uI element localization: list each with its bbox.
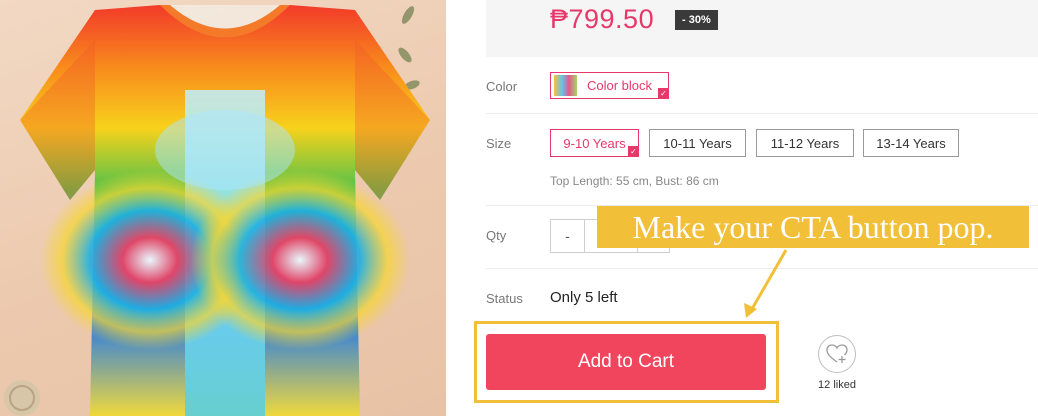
stock-status: Only 5 left bbox=[550, 289, 618, 306]
check-icon: ✓ bbox=[658, 88, 669, 99]
cta-callout-text: Make your CTA button pop. bbox=[632, 208, 994, 245]
size-label: Size bbox=[486, 136, 512, 151]
color-swatch-label: Color block bbox=[587, 78, 653, 93]
status-label: Status bbox=[486, 291, 523, 306]
product-image bbox=[0, 0, 446, 416]
price: ₱799.50 bbox=[550, 4, 655, 34]
size-measurements: Top Length: 55 cm, Bust: 86 cm bbox=[550, 174, 719, 188]
qty-decrease-button[interactable]: - bbox=[551, 220, 585, 252]
color-swatch-selected[interactable]: Color block ✓ bbox=[550, 72, 669, 99]
size-option-11-12[interactable]: 11-12 Years bbox=[756, 129, 854, 157]
size-option-9-10[interactable]: 9-10 Years ✓ bbox=[550, 129, 639, 157]
check-icon: ✓ bbox=[628, 146, 639, 157]
divider bbox=[486, 268, 1038, 269]
size-option-label: 13-14 Years bbox=[876, 135, 946, 151]
size-option-13-14[interactable]: 13-14 Years bbox=[863, 129, 959, 157]
size-option-10-11[interactable]: 10-11 Years bbox=[649, 129, 746, 157]
qty-label: Qty bbox=[486, 228, 507, 243]
discount-badge: - 30% bbox=[675, 10, 718, 30]
like-count: 12 liked bbox=[818, 379, 856, 391]
add-to-cart-button[interactable]: Add to Cart bbox=[486, 334, 766, 390]
color-label: Color bbox=[486, 79, 518, 94]
heart-plus-icon bbox=[826, 344, 848, 363]
divider bbox=[486, 113, 1038, 114]
color-swatch-thumbnail bbox=[554, 75, 577, 96]
like-button[interactable] bbox=[818, 335, 856, 373]
tie-dye-shirt-illustration bbox=[4, 5, 430, 416]
size-option-label: 11-12 Years bbox=[770, 135, 840, 151]
size-option-label: 9-10 Years bbox=[563, 135, 626, 151]
cta-callout: Make your CTA button pop. bbox=[597, 206, 1029, 248]
price-box: ₱799.50 - 30% bbox=[486, 0, 1038, 57]
size-option-label: 10-11 Years bbox=[663, 135, 732, 151]
